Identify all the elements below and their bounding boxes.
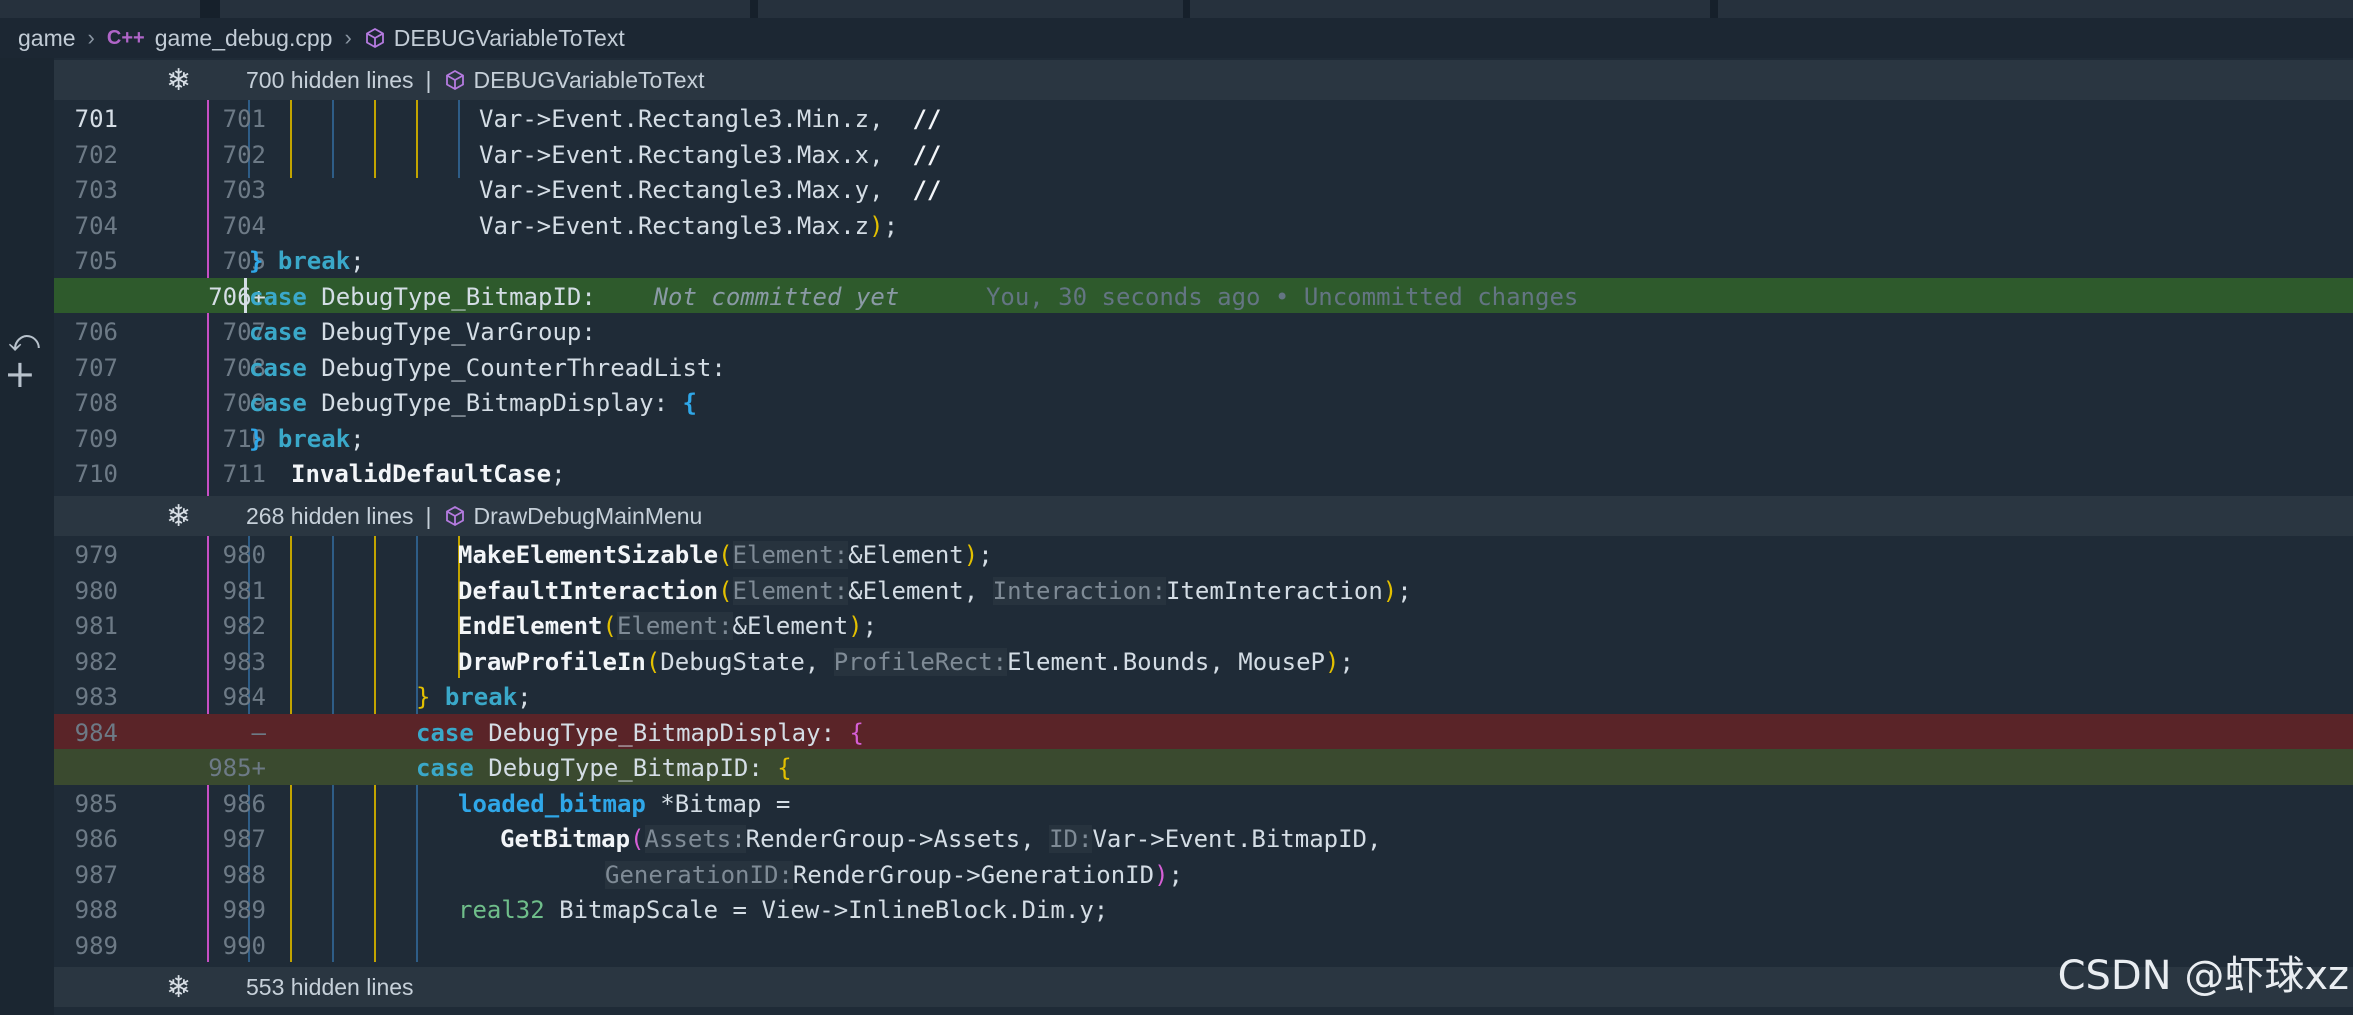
folded-region[interactable]: ❄ 700 hidden lines | DEBUGVariableToText bbox=[54, 60, 2353, 100]
removed-code-line[interactable]: 984 — case DebugType_BitmapDisplay: { bbox=[54, 713, 2353, 749]
code-line[interactable]: 703 703 Var->Event.Rectangle3.Max.y, // bbox=[54, 171, 2353, 207]
cpp-file-icon: C++ bbox=[106, 26, 145, 49]
code-line[interactable]: 979 980 MakeElementSizable(Element:&Elem… bbox=[54, 536, 2353, 572]
blame-annotation: Not committed yet bbox=[653, 282, 900, 311]
code-line[interactable]: 987 988 GenerationID:RenderGroup->Genera… bbox=[54, 856, 2353, 892]
code-line[interactable]: 986 987 GetBitmap(Assets:RenderGroup->As… bbox=[54, 820, 2353, 856]
code-line[interactable]: 708 709 case DebugType_BitmapDisplay: { bbox=[54, 384, 2353, 420]
chevron-right-icon: › bbox=[87, 25, 95, 50]
chevron-right-icon: › bbox=[344, 25, 352, 50]
snowflake-icon[interactable]: ❄ bbox=[166, 970, 191, 1005]
code-line[interactable]: 989 990 bbox=[54, 927, 2353, 963]
code-line[interactable]: 710 711 InvalidDefaultCase; bbox=[54, 455, 2353, 491]
fold-symbol: DrawDebugMainMenu bbox=[473, 503, 703, 529]
added-code-line[interactable]: 706+ case DebugType_BitmapID: Not commit… bbox=[54, 277, 2353, 313]
snowflake-icon[interactable]: ❄ bbox=[166, 63, 191, 98]
editor-tab-strip bbox=[0, 0, 2353, 18]
code-line[interactable]: 981 982 EndElement(Element:&Element); bbox=[54, 607, 2353, 643]
code-line[interactable]: 983 984 } break; bbox=[54, 678, 2353, 714]
diff-editor: ❄ 700 hidden lines | DEBUGVariableToText 7… bbox=[54, 58, 2353, 1015]
cube-icon bbox=[444, 69, 466, 97]
code-line[interactable]: 701 701 Var->Event.Rectangle3.Min.z, // bbox=[54, 100, 2353, 136]
code-line[interactable]: 982 983 DrawProfileIn(DebugState, Profil… bbox=[54, 643, 2353, 679]
snowflake-icon[interactable]: ❄ bbox=[166, 499, 191, 534]
cube-icon bbox=[364, 27, 386, 49]
code-line[interactable]: 985 986 loaded_bitmap *Bitmap = bbox=[54, 785, 2353, 821]
folded-region[interactable]: ❄ 268 hidden lines | DrawDebugMainMenu bbox=[54, 496, 2353, 536]
code-line[interactable]: 704 704 Var->Event.Rectangle3.Max.z); bbox=[54, 207, 2353, 243]
code-line[interactable]: 709 710 } break; bbox=[54, 420, 2353, 456]
plus-icon[interactable]: + bbox=[4, 352, 36, 396]
blame-details: You, 30 seconds ago • Uncommitted change… bbox=[985, 282, 1579, 311]
breadcrumb-folder[interactable]: game bbox=[18, 25, 76, 52]
hidden-lines-count: 553 hidden lines bbox=[246, 974, 414, 1000]
breadcrumb: game › C++ game_debug.cpp › DEBUGVariabl… bbox=[0, 18, 2353, 58]
folded-region[interactable]: ❄ 553 hidden lines bbox=[54, 967, 2353, 1007]
code-line[interactable]: 702 702 Var->Event.Rectangle3.Max.x, // bbox=[54, 136, 2353, 172]
breadcrumb-file[interactable]: game_debug.cpp bbox=[155, 25, 333, 52]
hidden-lines-count: 268 hidden lines bbox=[246, 503, 414, 529]
code-line[interactable]: 706 707 case DebugType_VarGroup: bbox=[54, 313, 2353, 349]
added-code-line[interactable]: 985+ case DebugType_BitmapID: { bbox=[54, 749, 2353, 785]
hidden-lines-count: 700 hidden lines bbox=[246, 67, 414, 93]
code-line[interactable]: 980 981 DefaultInteraction(Element:&Elem… bbox=[54, 572, 2353, 608]
watermark: CSDN @虾球xz bbox=[2057, 953, 2349, 999]
fold-symbol: DEBUGVariableToText bbox=[473, 67, 705, 93]
breadcrumb-symbol[interactable]: DEBUGVariableToText bbox=[394, 25, 625, 52]
code-line[interactable]: 707 708 case DebugType_CounterThreadList… bbox=[54, 349, 2353, 385]
code-line[interactable]: 705 705 } break; bbox=[54, 242, 2353, 278]
change-gutter: ⤺ + bbox=[0, 58, 54, 1015]
code-line[interactable]: 988 989 real32 BitmapScale = View->Inlin… bbox=[54, 891, 2353, 927]
cube-icon bbox=[444, 505, 466, 533]
